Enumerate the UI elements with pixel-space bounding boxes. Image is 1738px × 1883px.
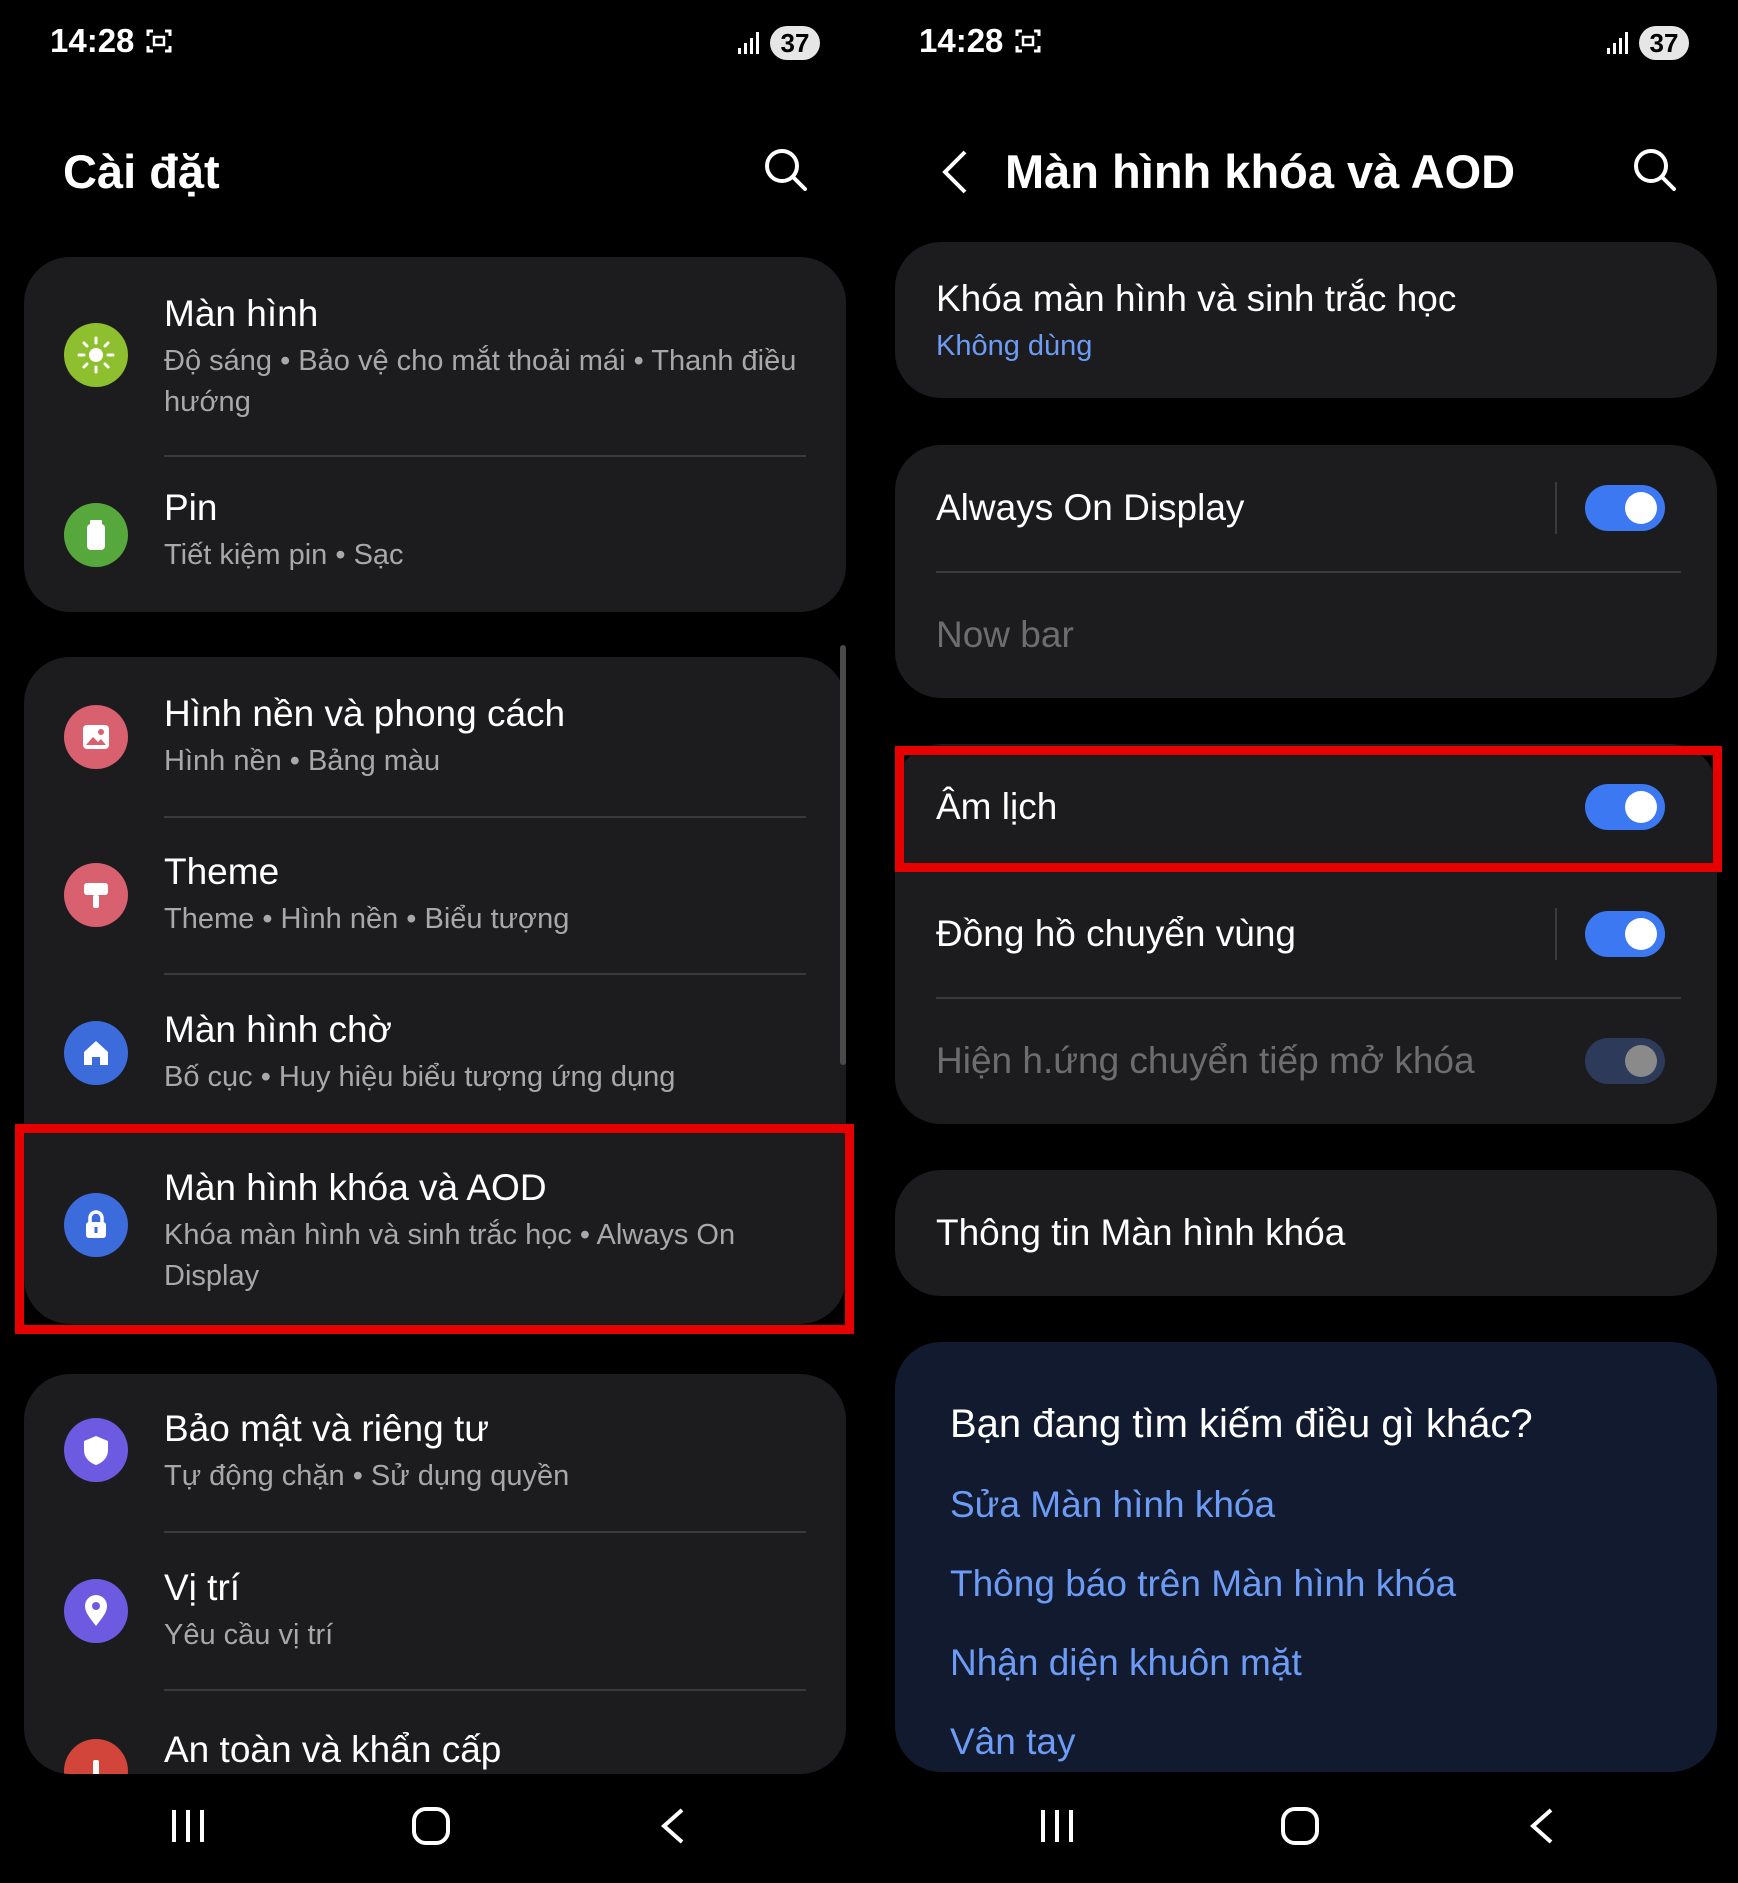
settings-item-theme[interactable]: Theme Theme • Hình nền • Biểu tượng bbox=[24, 817, 846, 975]
settings-item-security-privacy[interactable]: Bảo mật và riêng tư Tự động chặn • Sử dụ… bbox=[24, 1374, 846, 1533]
battery-icon bbox=[64, 503, 128, 567]
lock-screen-info-item[interactable]: Thông tin Màn hình khóa bbox=[895, 1170, 1717, 1296]
settings-item-title: Bảo mật và riêng tư bbox=[164, 1408, 490, 1449]
divider bbox=[1555, 908, 1557, 960]
home-button[interactable] bbox=[1278, 1806, 1322, 1846]
always-on-display-item[interactable]: Always On Display bbox=[895, 445, 1717, 572]
home-icon bbox=[64, 1021, 128, 1085]
settings-item-location[interactable]: Vị trí Yêu cầu vị trí bbox=[24, 1533, 846, 1691]
settings-item-title: Màn hình bbox=[164, 293, 319, 334]
unlock-transition-item: Hiện h.ứng chuyển tiếp mở khóa bbox=[895, 998, 1717, 1124]
item-title: Now bar bbox=[936, 614, 1074, 655]
battery-indicator: 37 bbox=[1639, 26, 1689, 60]
settings-screen: 14:28 37 Cài đặt Màn hình Độ sáng • Bảo … bbox=[0, 0, 869, 1883]
aod-toggle[interactable] bbox=[1585, 485, 1665, 531]
highlight-box bbox=[895, 746, 1722, 872]
location-pin-icon bbox=[64, 1579, 128, 1643]
signal-icon bbox=[738, 32, 759, 54]
emergency-icon bbox=[64, 1739, 128, 1774]
suggestion-link[interactable]: Thông báo trên Màn hình khóa bbox=[950, 1563, 1456, 1605]
settings-item-subtitle: Tiết kiệm pin • Sạc bbox=[164, 539, 404, 571]
search-icon[interactable] bbox=[762, 146, 808, 192]
screenshot-icon bbox=[1015, 29, 1041, 53]
back-arrow-icon[interactable] bbox=[935, 148, 975, 196]
status-time: 14:28 bbox=[919, 22, 1004, 59]
page-title: Màn hình khóa và AOD bbox=[1005, 145, 1516, 198]
suggestions-card: Bạn đang tìm kiếm điều gì khác? Sửa Màn … bbox=[895, 1342, 1717, 1772]
search-icon[interactable] bbox=[1631, 146, 1677, 192]
suggestion-link[interactable]: Nhận diện khuôn mặt bbox=[950, 1642, 1302, 1684]
settings-item-battery[interactable]: Pin Tiết kiệm pin • Sạc bbox=[24, 457, 846, 612]
screenshot-icon bbox=[146, 29, 172, 53]
settings-item-home-screen[interactable]: Màn hình chờ Bố cục • Huy hiệu biểu tượn… bbox=[24, 975, 846, 1133]
suggestions-title: Bạn đang tìm kiếm điều gì khác? bbox=[950, 1402, 1533, 1446]
settings-item-title: Pin bbox=[164, 487, 218, 528]
battery-indicator: 37 bbox=[770, 26, 820, 60]
settings-item-subtitle: Bố cục • Huy hiệu biểu tượng ứng dụng bbox=[164, 1061, 676, 1093]
paint-brush-icon bbox=[64, 863, 128, 927]
page-title: Cài đặt bbox=[63, 145, 220, 198]
settings-item-subtitle: Tự động chặn • Sử dụng quyền bbox=[164, 1460, 570, 1492]
roaming-clock-toggle[interactable] bbox=[1585, 911, 1665, 957]
settings-item-title: Vị trí bbox=[164, 1567, 241, 1608]
settings-item-subtitle: Yêu cầu vị trí bbox=[164, 1619, 334, 1651]
settings-item-wallpaper[interactable]: Hình nền và phong cách Hình nền • Bảng m… bbox=[24, 657, 846, 817]
aod-group: Always On Display Now bar bbox=[895, 445, 1717, 698]
divider bbox=[1555, 482, 1557, 534]
status-time: 14:28 bbox=[50, 22, 135, 59]
shield-icon bbox=[64, 1418, 128, 1482]
settings-item-title: Theme bbox=[164, 851, 280, 892]
settings-item-title: Màn hình chờ bbox=[164, 1009, 392, 1050]
item-title: Hiện h.ứng chuyển tiếp mở khóa bbox=[936, 1040, 1475, 1081]
settings-item-title: Hình nền và phong cách bbox=[164, 693, 566, 734]
settings-item-subtitle: Theme • Hình nền • Biểu tượng bbox=[164, 903, 570, 935]
scrollbar[interactable] bbox=[840, 645, 846, 1065]
settings-item-subtitle: Độ sáng • Bảo vệ cho mắt thoải mái • Tha… bbox=[164, 345, 797, 418]
signal-icon bbox=[1607, 32, 1628, 54]
image-icon bbox=[64, 705, 128, 769]
settings-group-display: Màn hình Độ sáng • Bảo vệ cho mắt thoải … bbox=[24, 257, 846, 612]
settings-group-security: Bảo mật và riêng tư Tự động chặn • Sử dụ… bbox=[24, 1374, 846, 1774]
settings-item-display[interactable]: Màn hình Độ sáng • Bảo vệ cho mắt thoải … bbox=[24, 257, 846, 457]
item-title: Khóa màn hình và sinh trắc học bbox=[936, 278, 1457, 319]
unlock-transition-toggle bbox=[1585, 1038, 1665, 1084]
item-title: Thông tin Màn hình khóa bbox=[936, 1212, 1346, 1253]
item-title: Đồng hồ chuyển vùng bbox=[936, 913, 1296, 954]
highlight-box bbox=[15, 1124, 854, 1334]
lock-screen-biometrics-item[interactable]: Khóa màn hình và sinh trắc học Không dùn… bbox=[895, 242, 1717, 398]
settings-item-safety-emergency[interactable]: An toàn và khẩn cấp bbox=[24, 1691, 846, 1774]
settings-item-subtitle: Hình nền • Bảng màu bbox=[164, 745, 441, 777]
suggestion-link[interactable]: Vân tay bbox=[950, 1721, 1075, 1763]
roaming-clock-item[interactable]: Đồng hồ chuyển vùng bbox=[895, 871, 1717, 998]
sun-icon bbox=[64, 323, 128, 387]
back-button[interactable] bbox=[1527, 1806, 1557, 1846]
home-button[interactable] bbox=[409, 1806, 453, 1846]
item-title: Always On Display bbox=[936, 487, 1245, 528]
suggestion-link[interactable]: Sửa Màn hình khóa bbox=[950, 1484, 1275, 1526]
recent-apps-button[interactable] bbox=[1037, 1806, 1077, 1846]
item-subtitle: Không dùng bbox=[936, 330, 1093, 362]
now-bar-item: Now bar bbox=[895, 572, 1717, 698]
settings-item-title: An toàn và khẩn cấp bbox=[164, 1729, 502, 1770]
back-button[interactable] bbox=[658, 1806, 688, 1846]
lock-screen-aod-screen: 14:28 37 Màn hình khóa và AOD Khóa màn h… bbox=[869, 0, 1738, 1883]
recent-apps-button[interactable] bbox=[168, 1806, 208, 1846]
